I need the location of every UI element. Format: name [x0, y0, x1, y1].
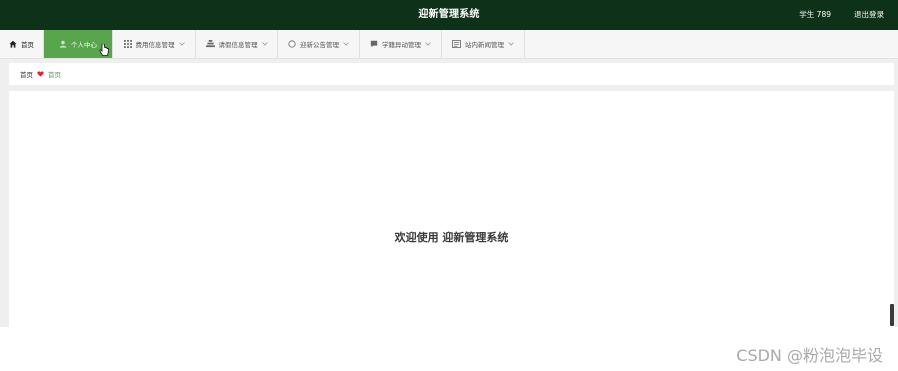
chevron-down-icon: [508, 42, 514, 46]
watermark: CSDN @粉泡泡毕设: [736, 346, 883, 365]
grid-icon: [123, 40, 132, 48]
main-panel: 欢迎使用 迎新管理系统: [9, 91, 894, 327]
top-header: 迎新管理系统 学生 789 退出登录: [0, 0, 898, 30]
stack-icon: [205, 40, 215, 48]
nav-item-announcement-management[interactable]: 迎新公告管理: [278, 30, 360, 58]
news-icon: [452, 40, 461, 48]
breadcrumb-root-link[interactable]: 首页: [20, 69, 33, 79]
nav-item-label: 学籍异动管理: [382, 41, 421, 49]
scrollbar-thumb[interactable]: [890, 304, 894, 326]
chevron-down-icon: [261, 42, 268, 46]
breadcrumb-current: 首页: [48, 71, 61, 79]
main-nav: 首页 个人中心 费用信息管理 请假信息管理 迎新公告管理 学籍异动管理 站内新闻…: [0, 30, 898, 59]
chevron-down-icon: [178, 42, 185, 46]
nav-item-profile[interactable]: 个人中心: [44, 30, 113, 58]
app-title: 迎新管理系统: [418, 9, 480, 20]
breadcrumb: 首页 首页: [9, 63, 894, 85]
current-user-label: 学生 789: [799, 10, 831, 19]
circle-icon: [288, 40, 296, 48]
nav-item-label: 首页: [21, 41, 34, 49]
home-icon: [9, 40, 17, 48]
user-icon: [59, 40, 67, 48]
nav-item-leave-management[interactable]: 请假信息管理: [196, 30, 278, 58]
nav-item-label: 个人中心: [71, 41, 97, 49]
heart-icon: [37, 71, 44, 77]
logout-button[interactable]: 退出登录: [854, 0, 884, 30]
nav-item-enrollment-change-management[interactable]: 学籍异动管理: [360, 30, 442, 58]
mouse-pointer-icon: [99, 44, 109, 56]
nav-item-label: 请假信息管理: [218, 41, 258, 49]
chevron-down-icon: [343, 42, 349, 46]
welcome-message: 欢迎使用 迎新管理系统: [394, 231, 509, 244]
nav-item-label: 站内新闻管理: [465, 41, 504, 49]
chat-icon: [370, 40, 378, 48]
chevron-down-icon: [425, 42, 431, 46]
nav-item-label: 费用信息管理: [135, 41, 175, 49]
nav-item-label: 迎新公告管理: [300, 41, 339, 49]
nav-item-fee-management[interactable]: 费用信息管理: [113, 30, 196, 58]
nav-item-news-management[interactable]: 站内新闻管理: [442, 30, 525, 58]
nav-item-home[interactable]: 首页: [0, 30, 44, 58]
